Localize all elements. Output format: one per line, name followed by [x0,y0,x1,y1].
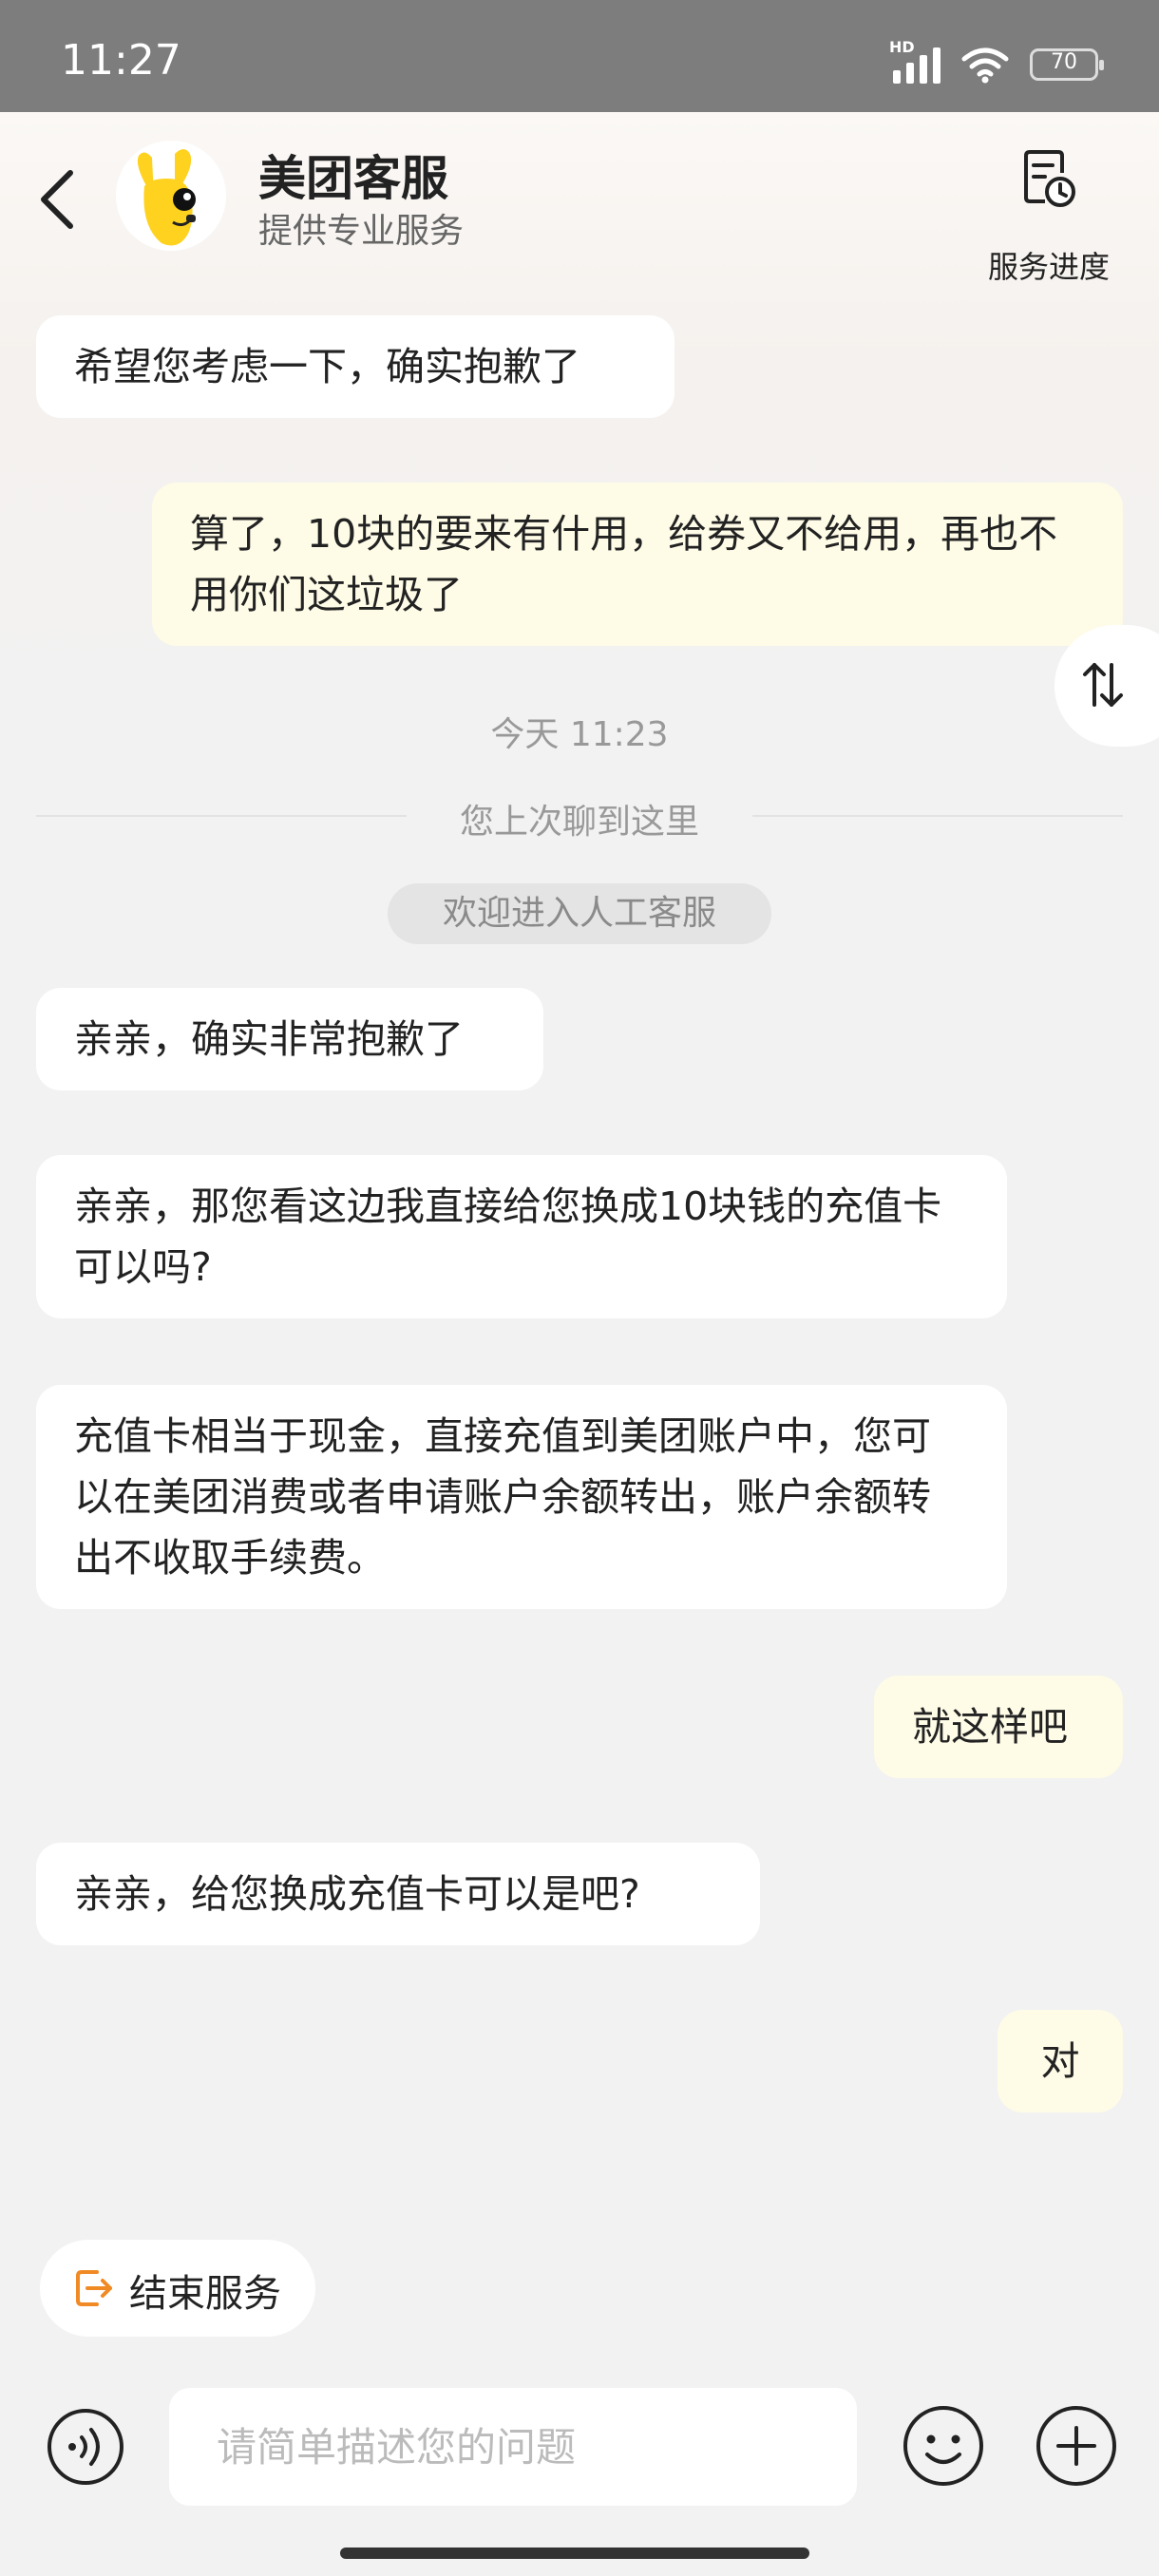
agent-message[interactable]: 亲亲，那您看这边我直接给您换成10块钱的充值卡可以吗? [36,1155,1007,1318]
plus-icon [1036,2406,1116,2486]
wifi-icon [961,47,1009,84]
user-message[interactable]: 就这样吧 [874,1676,1123,1778]
agent-message[interactable]: 希望您考虑一下，确实抱歉了 [36,315,674,418]
home-indicator[interactable] [340,2548,809,2559]
avatar[interactable] [116,141,226,251]
clipboard-clock-icon [1024,150,1075,207]
back-arrow-icon [41,170,73,229]
status-time: 11:27 [61,36,181,85]
agent-message[interactable]: 充值卡相当于现金，直接充值到美团账户中，您可以在美团消费或者申请账户余额转出，账… [36,1385,1007,1609]
user-message[interactable]: 对 [998,2010,1123,2112]
page-subtitle: 提供专业服务 [258,212,465,251]
message-input[interactable] [169,2388,857,2506]
service-progress-button[interactable]: 服务进度 [982,146,1115,285]
status-icons: HD 70 [889,38,1104,84]
agent-message[interactable]: 亲亲，确实非常抱歉了 [36,988,543,1090]
page-title: 美团客服 [258,151,448,206]
voice-input-button[interactable] [46,2407,125,2487]
emoji-button[interactable] [901,2403,986,2489]
exit-icon [76,2270,112,2306]
cellular-signal-icon: HD [889,38,940,84]
more-options-button[interactable] [1034,2403,1119,2489]
end-service-label: 结束服务 [129,2272,281,2316]
network-type-label: HD [889,38,915,56]
service-progress-label: 服务进度 [987,249,1110,285]
end-service-button[interactable]: 结束服务 [40,2240,315,2337]
timestamp: 今天 11:23 [490,715,669,754]
battery-level: 70 [1051,50,1077,74]
last-read-marker: 您上次聊到这里 [459,803,699,842]
swap-arrows-icon [1083,663,1123,707]
back-button[interactable] [32,161,89,237]
agent-message[interactable]: 亲亲，给您换成充值卡可以是吧? [36,1843,760,1945]
status-bar: 11:27 HD 70 [0,0,1159,112]
voice-icon [48,2409,124,2485]
system-notice: 欢迎进入人工客服 [388,883,771,944]
input-bar [0,2365,1159,2576]
battery-icon: 70 [1030,48,1104,81]
chat-header: 美团客服 提供专业服务 服务进度 [0,112,1159,285]
emoji-icon [903,2406,983,2486]
mascot-avatar [116,141,226,251]
user-message[interactable]: 算了，10块的要来有什用，给券又不给用，再也不用你们这垃圾了 [152,483,1123,646]
